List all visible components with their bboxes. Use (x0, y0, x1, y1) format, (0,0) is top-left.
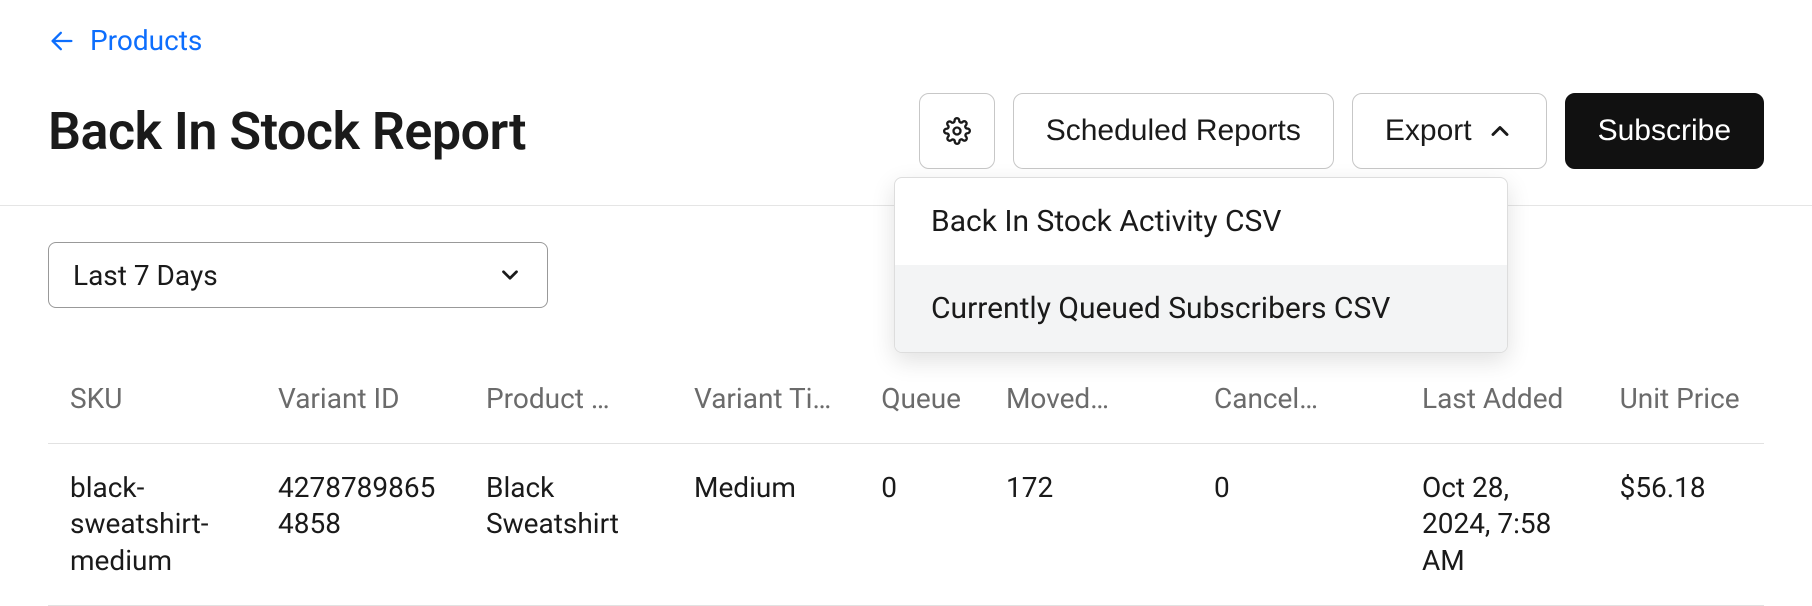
table-header-row: SKU Variant ID Product … Variant Ti… Que… (48, 364, 1764, 444)
date-range-select[interactable]: Last 7 Days (48, 242, 548, 308)
export-option-label: Currently Queued Subscribers CSV (931, 291, 1390, 326)
export-option-activity-csv[interactable]: Back In Stock Activity CSV (895, 178, 1507, 265)
export-label: Export (1385, 114, 1472, 148)
scheduled-reports-label: Scheduled Reports (1046, 114, 1301, 148)
col-header-last-added[interactable]: Last Added (1400, 364, 1598, 444)
col-header-unit-price[interactable]: Unit Price (1598, 364, 1764, 444)
page-title: Back In Stock Report (48, 101, 526, 162)
breadcrumb: Products (48, 24, 1764, 57)
cell-variant-title: Medium (672, 444, 859, 606)
report-table: SKU Variant ID Product … Variant Ti… Que… (48, 364, 1764, 606)
cell-queue: 0 (859, 444, 984, 606)
col-header-sku[interactable]: SKU (48, 364, 256, 444)
export-option-label: Back In Stock Activity CSV (931, 204, 1281, 239)
table-row[interactable]: black-sweatshirt-medium 42787898654858 B… (48, 444, 1764, 606)
col-header-variant-id[interactable]: Variant ID (256, 364, 464, 444)
cell-unit-price: $56.18 (1598, 444, 1764, 606)
cell-product: Black Sweatshirt (464, 444, 672, 606)
chevron-up-icon (1486, 117, 1514, 145)
export-button[interactable]: Export (1352, 93, 1547, 169)
arrow-left-icon (48, 27, 76, 55)
col-header-product[interactable]: Product … (464, 364, 672, 444)
cell-moved: 172 (984, 444, 1192, 606)
col-header-queue[interactable]: Queue (859, 364, 984, 444)
cell-last-added: Oct 28, 2024, 7:58 AM (1400, 444, 1598, 606)
col-header-cancel[interactable]: Cancel… (1192, 364, 1400, 444)
subscribe-label: Subscribe (1598, 114, 1731, 148)
breadcrumb-back-link[interactable]: Products (48, 24, 202, 57)
cell-cancel: 0 (1192, 444, 1400, 606)
chevron-down-icon (497, 262, 523, 288)
col-header-variant-title[interactable]: Variant Ti… (672, 364, 859, 444)
col-header-moved[interactable]: Moved… (984, 364, 1192, 444)
subscribe-button[interactable]: Subscribe (1565, 93, 1764, 169)
cell-sku: black-sweatshirt-medium (48, 444, 256, 606)
export-option-queued-subscribers-csv[interactable]: Currently Queued Subscribers CSV (895, 265, 1507, 352)
scheduled-reports-button[interactable]: Scheduled Reports (1013, 93, 1334, 169)
cell-variant-id: 42787898654858 (256, 444, 464, 606)
date-range-value: Last 7 Days (73, 259, 218, 292)
breadcrumb-label: Products (90, 24, 202, 57)
gear-icon (943, 117, 971, 145)
settings-button[interactable] (919, 93, 995, 169)
export-dropdown: Back In Stock Activity CSV Currently Que… (894, 177, 1508, 353)
header-actions: Scheduled Reports Export Subscribe Back … (919, 93, 1764, 169)
